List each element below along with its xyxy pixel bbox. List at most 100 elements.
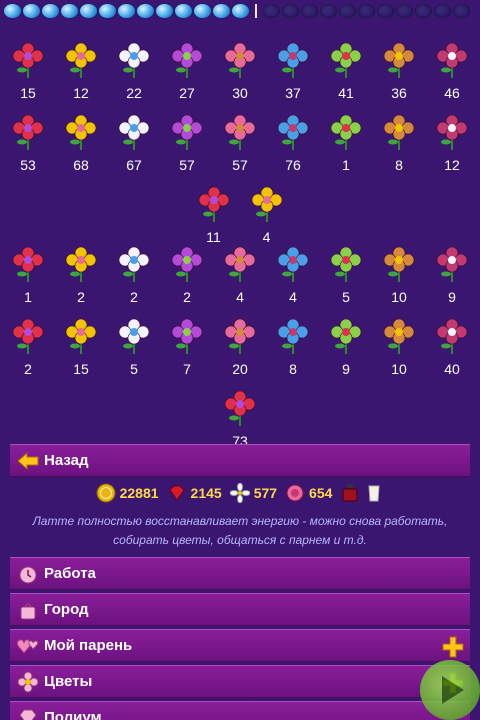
item-count: 4 [236,289,244,305]
inventory-item[interactable]: 5 [109,308,159,380]
item-count: 41 [338,85,354,101]
alarm-clock-icon [16,562,40,586]
inventory-item[interactable]: 2 [162,236,212,308]
inventory-item[interactable]: 7 [162,308,212,380]
inventory-item[interactable]: 2 [3,308,53,380]
inventory-item[interactable]: 40 [427,308,477,380]
energy-gem-icon [4,4,21,18]
gems-icon [218,314,262,358]
purple-pansy-icon [377,38,421,82]
white-lily-icon [165,38,209,82]
red-paper-icon [430,314,474,358]
menu-city[interactable]: Город [10,593,470,626]
item-count: 12 [73,85,89,101]
inventory-item[interactable]: 12 [427,104,477,176]
inventory-item[interactable]: 9 [427,236,477,308]
energy-gem-empty-icon [320,4,337,18]
menu-flowers[interactable]: Цветы [10,665,470,698]
inventory-item[interactable]: 8 [374,104,424,176]
energy-gem-icon [194,4,211,18]
energy-gem-empty-icon [358,4,375,18]
inventory-item[interactable]: 2 [56,236,106,308]
ladybug-icon [271,242,315,286]
inventory-item[interactable]: 57 [215,104,265,176]
inventory-item[interactable]: 30 [215,32,265,104]
item-count: 2 [130,289,138,305]
menu-work-label: Работа [44,565,96,582]
menu-city-label: Город [44,601,89,618]
inventory-item[interactable]: 22 [109,32,159,104]
clay-vase-icon [59,242,103,286]
item-count: 2 [77,289,85,305]
inventory-item[interactable]: 10 [374,308,424,380]
inventory-item[interactable]: 36 [374,32,424,104]
coins-value: 22881 [119,485,159,501]
item-count: 8 [289,361,297,377]
item-count: 30 [232,85,248,101]
energy-bar [0,0,480,22]
inventory-item[interactable]: 5 [321,236,371,308]
menu-work[interactable]: Работа [10,557,470,590]
inventory-item[interactable]: 67 [109,104,159,176]
flowers-row: 53 68 67 57 57 76 1 8 12 [0,104,480,176]
play-button[interactable] [420,660,480,720]
item-count: 67 [126,157,142,173]
inventory-item[interactable]: 46 [427,32,477,104]
menu-polium-label: Полиум [44,709,102,720]
rose-icon [286,484,304,502]
item-count: 1 [24,289,32,305]
back-label: Назад [44,452,89,469]
play-icon [442,676,464,704]
pansy-flower-icon [6,38,50,82]
white-flower-icon [229,483,250,503]
item-count: 8 [395,157,403,173]
energy-gem-empty-icon [301,4,318,18]
menu-boyfriend[interactable]: Мой парень [10,629,470,662]
inventory-item[interactable]: 37 [268,32,318,104]
item-count: 7 [183,361,191,377]
inventory-item[interactable]: 1 [321,104,371,176]
plus-icon[interactable] [442,636,464,658]
inventory-item[interactable]: 15 [3,32,53,104]
inventory-item[interactable]: 57 [162,104,212,176]
white-bloom-icon [324,110,368,154]
energy-gem-icon [99,4,116,18]
inventory-item[interactable]: 20 [215,308,265,380]
inventory-item[interactable]: 15 [56,308,106,380]
inventory-item[interactable]: 10 [374,236,424,308]
inventory-item[interactable]: 1 [3,236,53,308]
item-count: 37 [285,85,301,101]
lily-of-valley-icon [218,38,262,82]
inventory-item[interactable]: 12 [56,32,106,104]
flower-icon [16,670,40,694]
brown-wrap-icon [112,314,156,358]
energy-gem-empty-icon [453,4,470,18]
inventory-item[interactable]: 8 [268,308,318,380]
energy-gem-icon [61,4,78,18]
inventory-item[interactable]: 2 [109,236,159,308]
items-row: 2 15 5 7 20 8 9 10 40 [0,308,480,380]
inventory-item[interactable]: 9 [321,308,371,380]
energy-gem-icon [175,4,192,18]
energy-gem-icon [42,4,59,18]
inventory-item[interactable]: 27 [162,32,212,104]
inventory-item[interactable]: 76 [268,104,318,176]
back-button[interactable]: Назад [10,444,470,477]
hearts-icon [16,634,40,658]
red-rose-icon [59,38,103,82]
lilac-icon [430,38,474,82]
menu-flowers-label: Цветы [44,673,93,690]
inventory-item[interactable]: 68 [56,104,106,176]
inventory-item[interactable]: 4 [215,236,265,308]
item-count: 2 [183,289,191,305]
item-count: 12 [444,157,460,173]
gift-wrap-icon [271,314,315,358]
item-count: 57 [179,157,195,173]
inventory-item[interactable]: 53 [3,104,53,176]
inventory-item[interactable]: 41 [321,32,371,104]
coin-icon [96,483,116,503]
menu-polium[interactable]: Полиум [10,701,470,720]
inventory-item[interactable]: 73 [215,380,265,452]
inventory-item[interactable]: 4 [268,236,318,308]
item-count: 68 [73,157,89,173]
